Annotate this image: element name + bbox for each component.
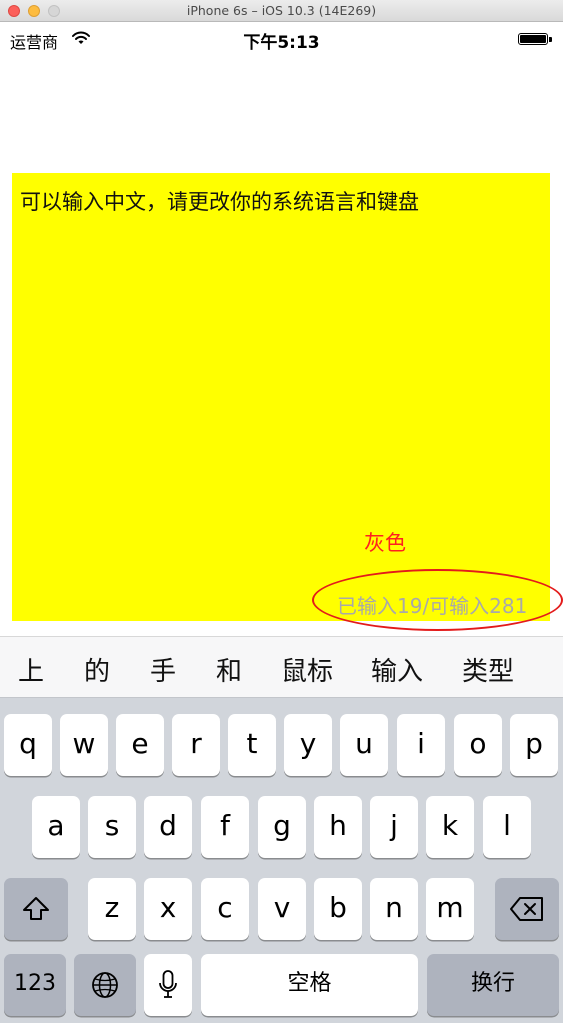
space-key[interactable]: 空格 [201, 954, 418, 1016]
shift-key[interactable] [4, 878, 68, 940]
candidate-bar: 上 的 手 和 鼠标 输入 类型 [0, 636, 563, 698]
key-t[interactable]: t [228, 714, 276, 776]
key-a[interactable]: a [32, 796, 80, 858]
candidate-item[interactable]: 上 [18, 651, 44, 688]
key-l[interactable]: l [483, 796, 531, 858]
key-m[interactable]: m [426, 878, 474, 940]
shift-icon [23, 897, 49, 920]
key-b[interactable]: b [314, 878, 362, 940]
key-i[interactable]: i [397, 714, 445, 776]
globe-icon [92, 972, 118, 998]
candidate-item[interactable]: 鼠标 [281, 651, 333, 688]
key-h[interactable]: h [314, 796, 362, 858]
key-g[interactable]: g [258, 796, 306, 858]
candidate-item[interactable]: 手 [150, 651, 176, 688]
status-time: 下午5:13 [243, 33, 320, 53]
delete-icon [510, 897, 543, 921]
microphone-icon [159, 970, 177, 998]
candidate-item[interactable]: 的 [84, 651, 110, 688]
status-bar: 运营商 下午5:13 [0, 22, 563, 55]
keyboard: q w e r t y u i o p a s d f g h j k l z … [0, 698, 563, 1023]
numbers-key[interactable]: 123 [4, 954, 66, 1016]
dictation-key[interactable] [144, 954, 192, 1016]
key-n[interactable]: n [370, 878, 418, 940]
key-p[interactable]: p [510, 714, 558, 776]
key-q[interactable]: q [4, 714, 52, 776]
key-c[interactable]: c [201, 878, 249, 940]
key-s[interactable]: s [88, 796, 136, 858]
simulator-title-bar: iPhone 6s – iOS 10.3 (14E269) [0, 0, 563, 22]
key-d[interactable]: d [144, 796, 192, 858]
candidate-item[interactable]: 类型 [462, 651, 514, 688]
candidate-item[interactable]: 和 [216, 651, 242, 688]
delete-key[interactable] [495, 878, 559, 940]
key-j[interactable]: j [370, 796, 418, 858]
battery-icon [518, 33, 552, 45]
text-content: 可以输入中文，请更改你的系统语言和键盘 [20, 190, 419, 214]
key-v[interactable]: v [258, 878, 306, 940]
globe-key[interactable] [74, 954, 136, 1016]
key-o[interactable]: o [454, 714, 502, 776]
window-title: iPhone 6s – iOS 10.3 (14E269) [186, 3, 377, 18]
key-x[interactable]: x [144, 878, 192, 940]
key-e[interactable]: e [116, 714, 164, 776]
key-k[interactable]: k [426, 796, 474, 858]
return-key[interactable]: 换行 [427, 954, 559, 1016]
text-view[interactable]: 可以输入中文，请更改你的系统语言和键盘 灰色 已输入19/可输入281 [12, 173, 550, 621]
highlight-ellipse [312, 569, 563, 631]
annotation-gray-label: 灰色 [364, 531, 406, 555]
key-z[interactable]: z [88, 878, 136, 940]
key-f[interactable]: f [201, 796, 249, 858]
candidate-item[interactable]: 输入 [371, 651, 423, 688]
key-w[interactable]: w [60, 714, 108, 776]
key-r[interactable]: r [172, 714, 220, 776]
key-u[interactable]: u [340, 714, 388, 776]
key-y[interactable]: y [284, 714, 332, 776]
